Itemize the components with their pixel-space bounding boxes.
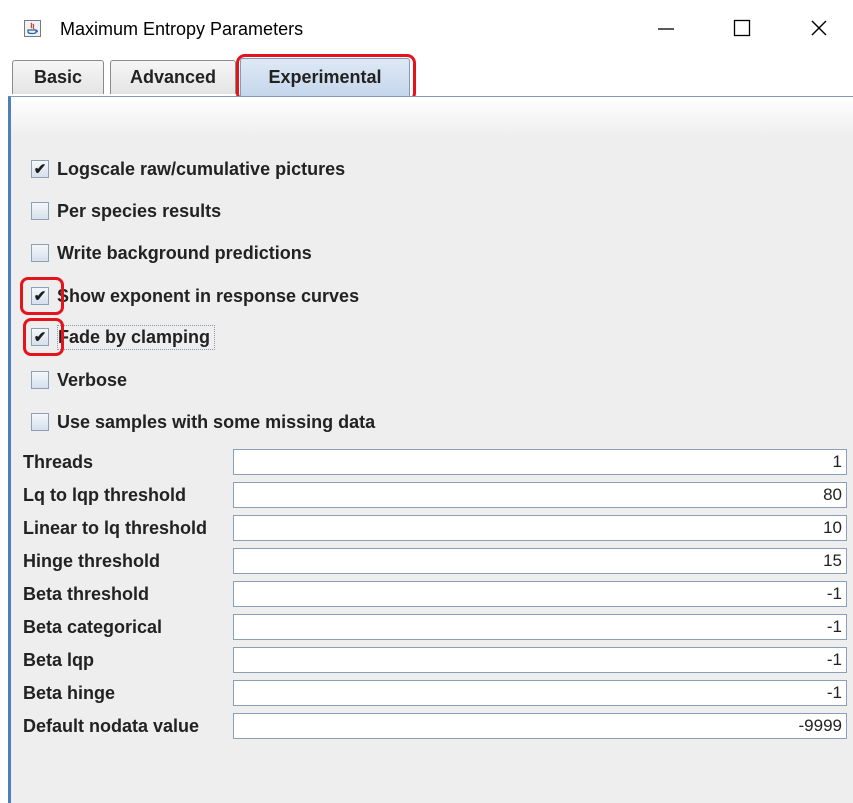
title-bar: Maximum Entropy Parameters: [0, 0, 853, 60]
checkbox-label: Logscale raw/cumulative pictures: [57, 158, 346, 179]
maximize-button[interactable]: [719, 8, 765, 48]
background-predictions-checkbox[interactable]: [31, 244, 49, 262]
checkbox-label: Fade by clamping: [57, 324, 216, 350]
field-row: Linear to lq threshold: [23, 513, 853, 543]
field-label: Threads: [23, 452, 94, 472]
missing-data-checkbox-row[interactable]: Use samples with some missing data: [31, 408, 375, 436]
threads-input[interactable]: [233, 449, 847, 475]
tab-advanced[interactable]: Advanced: [110, 60, 236, 94]
lq-to-lqp-threshold-input[interactable]: [233, 482, 847, 508]
per-species-checkbox[interactable]: [31, 202, 49, 220]
background-predictions-checkbox-row[interactable]: Write background predictions: [31, 239, 312, 267]
beta-categorical-input[interactable]: [233, 614, 847, 640]
beta-lqp-input[interactable]: [233, 647, 847, 673]
checkbox-label: Per species results: [57, 200, 222, 221]
tab-experimental[interactable]: Experimental: [240, 58, 410, 96]
field-row: Lq to lqp threshold: [23, 480, 853, 510]
checkbox-label: Verbose: [57, 369, 128, 390]
java-app-icon: [24, 20, 41, 37]
field-row: Beta lqp: [23, 645, 853, 675]
per-species-checkbox-row[interactable]: Per species results: [31, 197, 221, 225]
experimental-panel: ✔ Logscale raw/cumulative pictures Per s…: [8, 96, 853, 803]
field-label: Beta categorical: [23, 617, 163, 637]
field-label: Linear to lq threshold: [23, 518, 208, 538]
close-icon: [811, 20, 827, 36]
field-row: Beta hinge: [23, 678, 853, 708]
beta-hinge-input[interactable]: [233, 680, 847, 706]
fade-by-clamping-checkbox-row[interactable]: ✔ Fade by clamping: [31, 323, 216, 351]
beta-threshold-input[interactable]: [233, 581, 847, 607]
verbose-checkbox-row[interactable]: Verbose: [31, 366, 127, 394]
field-label: Beta threshold: [23, 584, 150, 604]
checkbox-label: Write background predictions: [57, 242, 312, 263]
field-label: Beta hinge: [23, 683, 116, 703]
field-row: Hinge threshold: [23, 546, 853, 576]
fade-by-clamping-checkbox[interactable]: ✔: [31, 328, 49, 346]
logscale-checkbox-row[interactable]: ✔ Logscale raw/cumulative pictures: [31, 155, 345, 183]
field-row: Beta categorical: [23, 612, 853, 642]
window-title: Maximum Entropy Parameters: [60, 19, 304, 39]
minimize-icon: [658, 28, 674, 30]
field-label: Beta lqp: [23, 650, 95, 670]
logscale-checkbox[interactable]: ✔: [31, 160, 49, 178]
linear-to-lq-threshold-input[interactable]: [233, 515, 847, 541]
field-row: Beta threshold: [23, 579, 853, 609]
maximize-icon: [733, 19, 751, 37]
close-button[interactable]: [796, 8, 842, 48]
minimize-button[interactable]: [643, 8, 689, 48]
default-nodata-value-input[interactable]: [233, 713, 847, 739]
show-exponent-checkbox[interactable]: ✔: [31, 287, 49, 305]
verbose-checkbox[interactable]: [31, 371, 49, 389]
field-row: Default nodata value: [23, 711, 853, 741]
hinge-threshold-input[interactable]: [233, 548, 847, 574]
field-label: Lq to lqp threshold: [23, 485, 186, 505]
field-row: Threads: [23, 447, 853, 477]
checkbox-label: Use samples with some missing data: [57, 411, 376, 432]
tab-bar: Basic Advanced Experimental: [0, 54, 853, 102]
tab-basic[interactable]: Basic: [12, 60, 104, 94]
missing-data-checkbox[interactable]: [31, 413, 49, 431]
checkbox-label: Show exponent in response curves: [57, 285, 360, 306]
field-label: Hinge threshold: [23, 551, 161, 571]
field-label: Default nodata value: [23, 716, 200, 736]
show-exponent-checkbox-row[interactable]: ✔ Show exponent in response curves: [31, 282, 359, 310]
